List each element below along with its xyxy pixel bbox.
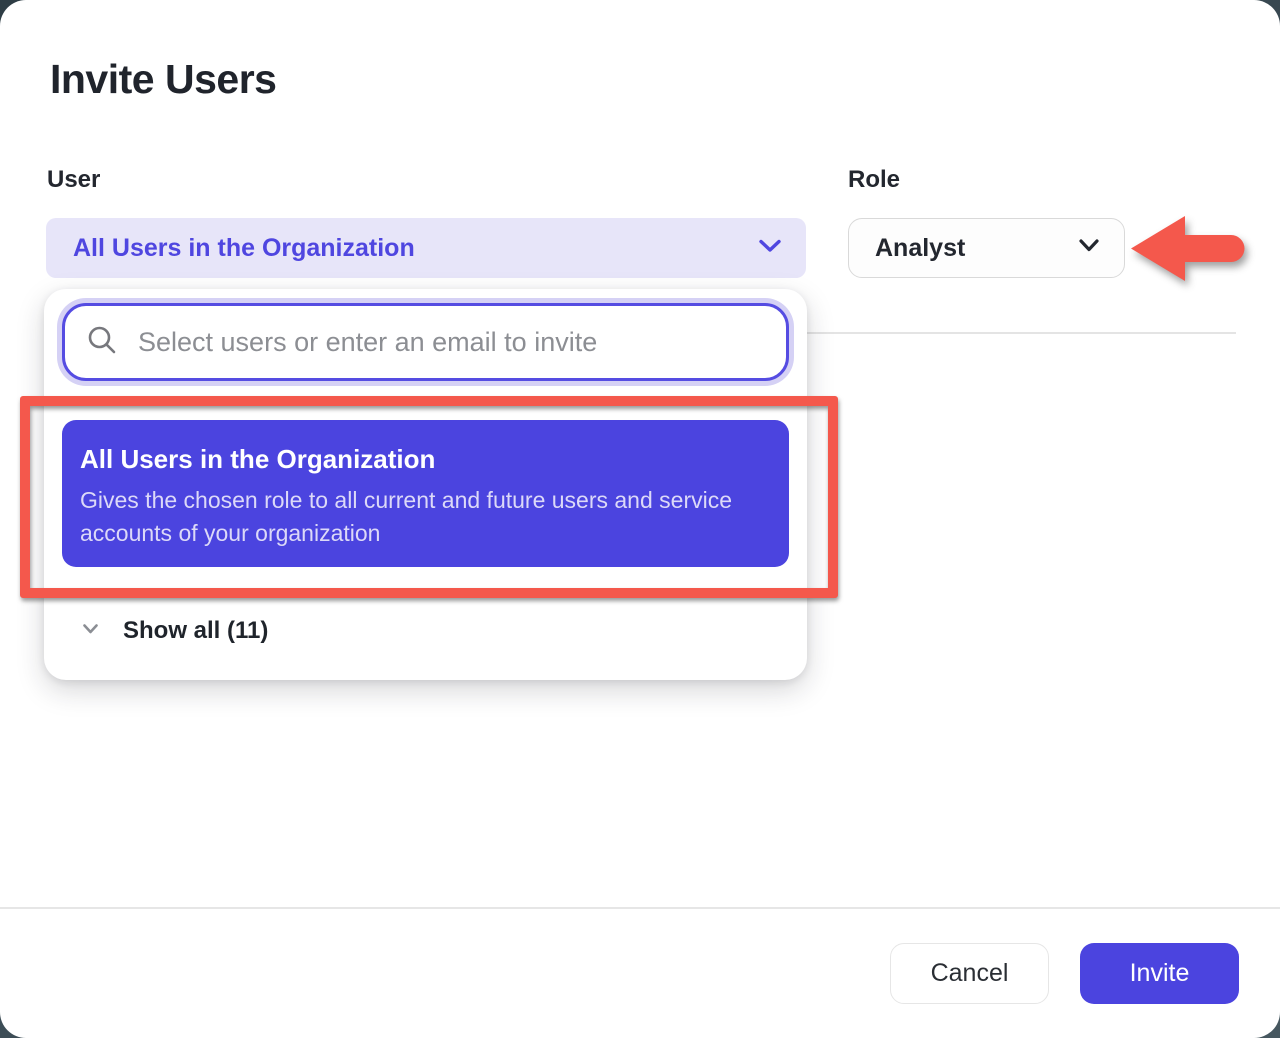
user-dropdown-panel: All Users in the Organization Gives the … xyxy=(44,289,807,680)
option-all-users[interactable]: All Users in the Organization Gives the … xyxy=(62,420,789,567)
option-description: Gives the chosen role to all current and… xyxy=(80,484,769,550)
annotation-arrow-icon xyxy=(1128,209,1255,289)
search-icon xyxy=(86,324,118,361)
user-field-label: User xyxy=(47,166,100,194)
user-search-input[interactable] xyxy=(138,327,766,358)
footer-divider xyxy=(0,907,1280,909)
show-all-button[interactable]: Show all (11) xyxy=(82,614,268,648)
role-field-label: Role xyxy=(848,166,900,194)
chevron-down-icon xyxy=(1078,238,1100,258)
user-select[interactable]: All Users in the Organization xyxy=(46,218,806,278)
chevron-down-icon xyxy=(82,622,99,640)
invite-button[interactable]: Invite xyxy=(1080,943,1239,1004)
page-title: Invite Users xyxy=(50,56,276,103)
chevron-down-icon xyxy=(758,238,782,259)
user-select-value: All Users in the Organization xyxy=(73,234,415,263)
role-select-value: Analyst xyxy=(875,234,965,263)
cancel-button[interactable]: Cancel xyxy=(890,943,1049,1004)
invite-users-dialog: Invite Users User All Users in the Organ… xyxy=(0,0,1280,1038)
option-title: All Users in the Organization xyxy=(80,444,769,475)
show-all-label: Show all (11) xyxy=(123,617,268,645)
role-select[interactable]: Analyst xyxy=(848,218,1125,278)
user-search-box[interactable] xyxy=(62,303,789,381)
